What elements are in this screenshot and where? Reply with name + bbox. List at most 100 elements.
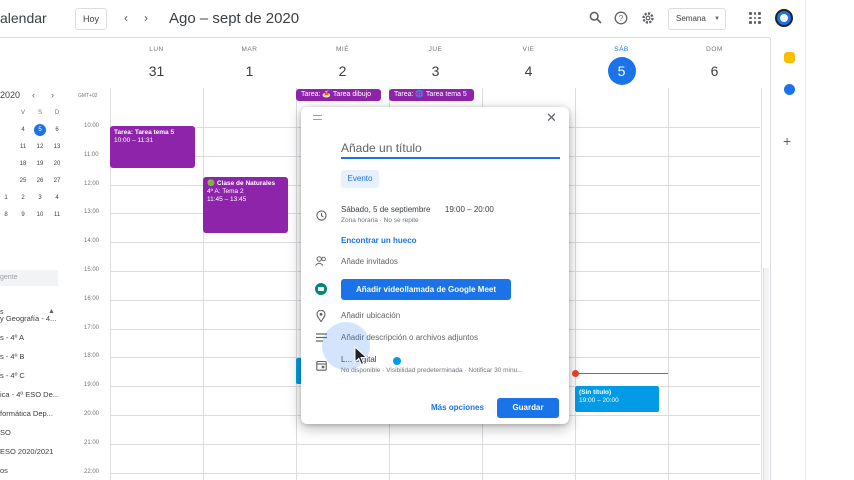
calendar-list-item[interactable]: ica - 4º ESO De...: [0, 390, 59, 399]
calendar-list-item[interactable]: os: [0, 466, 8, 475]
add-location-field[interactable]: Añadir ubicación: [341, 311, 400, 320]
mini-calendar-day[interactable]: 11: [17, 141, 29, 153]
calendar-list-item[interactable]: y Geografía - 4...: [0, 314, 56, 323]
start-time[interactable]: 19:00: [445, 205, 465, 214]
calendar-event[interactable]: Tarea: Tarea tema 5 10:00 – 11:31: [110, 126, 195, 168]
left-sidebar: 2020 ‹ › V S D 4 5 6 11 12 13 18 19 20 25 26 27 1 2 3 4 8 9 1…: [0, 38, 70, 480]
calendar-icon: [315, 360, 327, 372]
mini-calendar-day[interactable]: 6: [51, 124, 63, 136]
save-button[interactable]: Guardar: [497, 398, 559, 418]
keep-icon[interactable]: [784, 52, 795, 63]
day-header[interactable]: VIE 4: [482, 46, 575, 85]
drag-handle-icon[interactable]: [313, 115, 322, 120]
mini-calendar-day[interactable]: 5: [34, 124, 46, 136]
calendar-list-item[interactable]: ESO 2020/2021: [0, 447, 53, 456]
vertical-scrollbar[interactable]: [763, 268, 769, 480]
caret-down-icon: ▼: [714, 16, 720, 22]
mini-calendar-day[interactable]: 9: [17, 209, 29, 221]
day-of-week-label: MAR: [241, 46, 258, 53]
day-number[interactable]: 2: [329, 57, 357, 85]
calendar-list-item[interactable]: s - 4º C: [0, 371, 25, 380]
mini-calendar-day[interactable]: 27: [51, 175, 63, 187]
allday-event[interactable]: Tarea: 🍝 Tarea dibujo: [296, 89, 381, 101]
day-number[interactable]: 3: [422, 57, 450, 85]
hour-label: 11:00: [84, 151, 99, 158]
add-meet-button[interactable]: Añadir videollamada de Google Meet: [341, 279, 511, 300]
day-header[interactable]: SÁB 5: [575, 46, 668, 85]
event-title: 🟢 Clase de Naturales: [207, 180, 276, 187]
day-number[interactable]: 1: [236, 57, 264, 85]
view-select[interactable]: Semana ▼: [668, 8, 726, 30]
help-icon[interactable]: ?: [614, 11, 628, 25]
day-number[interactable]: 31: [143, 57, 171, 85]
hour-label: 14:00: [84, 238, 100, 245]
mini-calendar-day[interactable]: 11: [51, 209, 63, 221]
search-icon[interactable]: [588, 11, 602, 25]
mini-calendar-dow: S: [37, 110, 42, 116]
mini-calendar-day[interactable]: 4: [51, 192, 63, 204]
event-title-input[interactable]: [341, 139, 560, 159]
mini-calendar-day[interactable]: 25: [17, 175, 29, 187]
mini-calendar-day[interactable]: 20: [51, 158, 63, 170]
new-event-placeholder[interactable]: (Sin título) 19:00 – 20:00: [574, 385, 660, 413]
mini-calendar-day[interactable]: 8: [0, 209, 12, 221]
date-time-row[interactable]: Sábado, 5 de septiembre 19:00 – 20:00: [341, 205, 494, 214]
mini-calendar-day[interactable]: 18: [17, 158, 29, 170]
hour-label: 10:00: [84, 123, 100, 129]
hour-gridline: [110, 472, 760, 474]
calendar-list-item[interactable]: formática Dep...: [0, 409, 53, 418]
account-avatar[interactable]: [775, 9, 793, 27]
mini-calendar-day[interactable]: 19: [34, 158, 46, 170]
calendar-event[interactable]: 🟢 Clase de Naturales 4º A: Tema 2 11:45 …: [203, 177, 288, 233]
today-button[interactable]: Hoy: [75, 8, 107, 30]
event-date[interactable]: Sábado, 5 de septiembre: [341, 205, 430, 214]
day-column-divider: [296, 88, 297, 480]
close-icon[interactable]: ✕: [546, 111, 557, 125]
day-number[interactable]: 4: [515, 57, 543, 85]
day-header[interactable]: MIÉ 2: [296, 46, 389, 85]
mini-prev-icon[interactable]: ‹: [32, 90, 35, 100]
calendar-list-item[interactable]: SO: [0, 428, 11, 437]
chevron-right-icon[interactable]: ›: [144, 10, 148, 26]
google-meet-icon: [315, 283, 327, 295]
mini-calendar-day[interactable]: 12: [34, 141, 46, 153]
add-addon-icon[interactable]: +: [783, 134, 791, 148]
availability-visibility[interactable]: No disponible · Visibilidad predetermina…: [341, 367, 523, 374]
mini-next-icon[interactable]: ›: [51, 90, 54, 100]
end-time[interactable]: 20:00: [474, 205, 494, 214]
mini-calendar-day[interactable]: 3: [34, 192, 46, 204]
window-edge: [805, 0, 854, 480]
timezone-label: GMT+02: [78, 93, 98, 99]
mini-calendar-day[interactable]: 10: [34, 209, 46, 221]
event-type-tab[interactable]: Evento: [341, 170, 379, 188]
day-of-week-label: VIE: [522, 46, 535, 53]
mini-calendar-day[interactable]: 13: [51, 141, 63, 153]
top-bar: alendar Hoy ‹ › Ago – sept de 2020 ? Sem…: [0, 0, 793, 38]
apps-grid-icon[interactable]: [749, 12, 761, 24]
calendar-app: alendar Hoy ‹ › Ago – sept de 2020 ? Sem…: [0, 0, 854, 480]
calendar-list-item[interactable]: s - 4º B: [0, 352, 24, 361]
tasks-icon[interactable]: [784, 84, 795, 95]
mini-calendar-month: 2020: [0, 90, 21, 100]
mini-calendar-day[interactable]: 26: [34, 175, 46, 187]
day-number[interactable]: 6: [701, 57, 729, 85]
allday-event[interactable]: Tarea: 🌐 Tarea tema 5: [389, 89, 474, 101]
more-options-button[interactable]: Más opciones: [431, 403, 484, 412]
hour-label: 12:00: [84, 180, 100, 187]
day-header[interactable]: LUN 31: [110, 46, 203, 85]
mini-calendar-day[interactable]: 4: [17, 124, 29, 136]
mini-calendar-day[interactable]: 1: [0, 192, 12, 204]
day-header[interactable]: MAR 1: [203, 46, 296, 85]
calendar-list-item[interactable]: s - 4º A: [0, 333, 24, 342]
day-number[interactable]: 5: [607, 57, 636, 85]
day-of-week-label: SÁB: [614, 46, 629, 53]
add-guests-field[interactable]: Añade invitados: [341, 257, 398, 266]
day-header[interactable]: JUE 3: [389, 46, 482, 85]
day-header[interactable]: DOM 6: [668, 46, 761, 85]
timezone-repeat[interactable]: Zona horaria · No se repite: [341, 217, 419, 224]
settings-icon[interactable]: [641, 11, 655, 25]
mini-calendar-day[interactable]: 2: [17, 192, 29, 204]
search-people-input[interactable]: gente: [0, 270, 58, 286]
chevron-left-icon[interactable]: ‹: [124, 10, 128, 26]
find-slot-link[interactable]: Encontrar un hueco: [341, 236, 417, 245]
